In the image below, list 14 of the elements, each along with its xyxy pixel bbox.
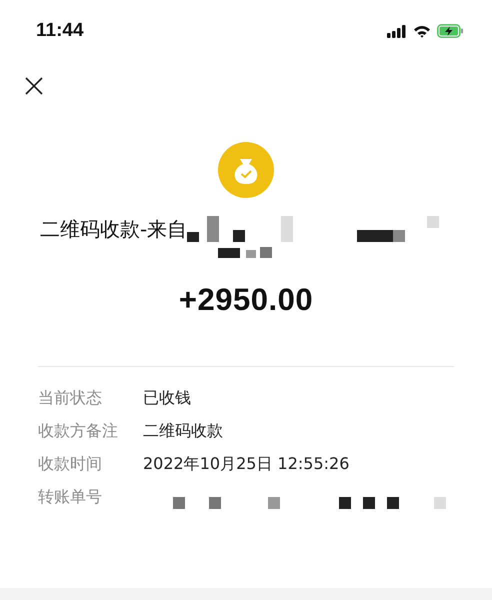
close-icon[interactable] — [25, 77, 43, 95]
detail-value: 已收钱 — [143, 388, 191, 408]
signal-icon — [387, 24, 407, 38]
status-time: 11:44 — [36, 20, 84, 42]
detail-label: 当前状态 — [38, 388, 103, 408]
money-bag-icon — [218, 142, 274, 198]
detail-value: 2022年10月25日 12:55:26 — [143, 454, 350, 474]
detail-label: 收款方备注 — [38, 420, 119, 442]
detail-value: 二维码收款 — [143, 420, 223, 442]
wifi-icon — [413, 24, 431, 38]
detail-label: 转账单号 — [38, 486, 103, 508]
payment-amount: +2950.00 — [178, 282, 314, 318]
payment-title: 二维码收款-来自 — [40, 216, 188, 242]
detail-label: 收款时间 — [38, 454, 103, 474]
